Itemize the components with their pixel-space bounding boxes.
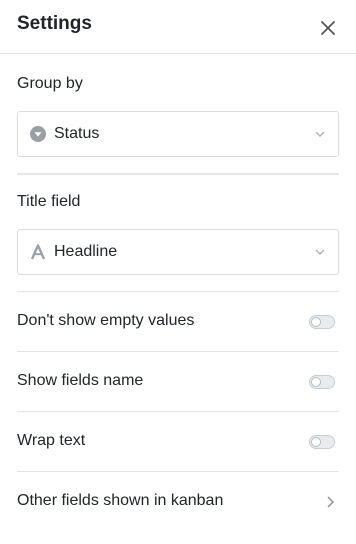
option-label: Show fields name [17,371,144,389]
toggle-knob [311,376,321,387]
hide-empty-toggle[interactable] [309,314,335,329]
group-by-select[interactable]: Status [17,111,339,157]
section-divider [17,173,339,175]
show-field-names-toggle[interactable] [309,374,335,389]
group-by-value: Status [54,125,100,142]
title-field-value: Headline [54,243,118,260]
chevron-right-icon [327,496,334,507]
text-type-icon [30,244,46,260]
option-row-show-field-names: Show fields name [17,351,339,411]
other-fields-label: Other fields shown in kanban [17,491,224,509]
group-by-label: Group by [17,75,83,92]
close-icon [321,20,335,35]
wrap-text-toggle[interactable] [309,434,335,449]
option-label: Don't show empty values [17,311,195,329]
option-row-wrap-text: Wrap text [17,411,339,471]
close-button[interactable] [318,18,338,38]
panel-title: Settings [17,12,92,34]
single-select-icon [30,126,46,142]
chevron-down-icon [315,131,325,137]
other-fields-row[interactable]: Other fields shown in kanban [17,471,339,531]
title-field-label: Title field [17,193,81,210]
chevron-down-icon [315,249,325,255]
toggle-knob [311,436,321,447]
title-field-select[interactable]: Headline [17,229,339,275]
settings-panel: Settings Group by Status Title field Hea… [0,0,356,544]
option-row-hide-empty: Don't show empty values [17,291,339,351]
toggle-knob [311,316,321,327]
option-label: Wrap text [17,431,86,449]
panel-header: Settings [0,0,356,54]
